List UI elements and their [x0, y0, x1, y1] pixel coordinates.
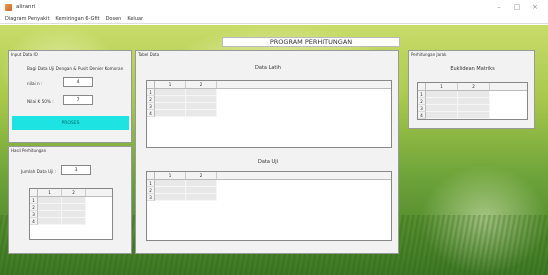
table-row[interactable]: 1	[418, 91, 490, 98]
nilai-k-input[interactable]: 7	[63, 95, 93, 105]
menu-item-dosen[interactable]: Dosen	[106, 16, 122, 22]
window-controls: – □ ×	[490, 2, 544, 12]
result-panel-title: Hasil Perhitungan	[11, 148, 47, 153]
table-row[interactable]: 1	[30, 197, 86, 204]
menu-bar: Diagram Penyakit Kemiringan 6-Gfit Dosen…	[0, 14, 548, 24]
window-title: aliranri	[16, 4, 36, 10]
menu-item-diagram[interactable]: Diagram Penyakit	[5, 16, 49, 22]
euklidean-grid[interactable]: 1 2 1 2 3 4	[417, 82, 528, 120]
grid-col-header[interactable]: 1	[155, 172, 186, 179]
grid-col-header[interactable]: 2	[186, 172, 217, 179]
table-row[interactable]: 2	[147, 96, 217, 103]
grid-col-header[interactable]: 2	[186, 81, 217, 88]
grid-col-header[interactable]: 1	[38, 189, 62, 196]
result-grid[interactable]: 1 2 1 2 3 4	[29, 188, 113, 240]
grid-col-header[interactable]: 2	[62, 189, 86, 196]
table-row[interactable]: 3	[147, 194, 217, 201]
maximize-button[interactable]: □	[508, 2, 526, 12]
nilai-k-label: Nilai K 50% :	[27, 99, 54, 104]
table-row[interactable]: 2	[418, 98, 490, 105]
table-row[interactable]: 1	[147, 180, 217, 187]
jumlah-data-uji-input[interactable]: 3	[61, 165, 91, 175]
menu-item-kemiringan[interactable]: Kemiringan 6-Gfit	[55, 16, 99, 22]
table-row[interactable]: 3	[30, 211, 86, 218]
table-panel: Tabel Data Data Latih 1 2 1 2 3 4 Data U…	[135, 50, 399, 254]
minimize-button[interactable]: –	[490, 2, 508, 12]
jarak-panel-title: Perhitungan Jarak	[411, 52, 447, 57]
data-uji-grid[interactable]: 1 2 1 2 3	[146, 171, 392, 241]
title-bar: aliranri – □ ×	[0, 0, 548, 14]
data-uji-label: Data Uji	[258, 159, 278, 165]
nilai-n-label: nilai n :	[27, 81, 43, 86]
euklidean-label: Euklidean Matriks	[450, 66, 495, 72]
page-title: PROGRAM PERHITUNGAN	[222, 37, 400, 47]
data-latih-label: Data Latih	[255, 65, 281, 71]
grid-col-header[interactable]: 2	[458, 83, 490, 90]
close-button[interactable]: ×	[526, 2, 544, 12]
input-panel-title: Input Data IO	[11, 52, 38, 57]
grid-col-header[interactable]: 1	[426, 83, 458, 90]
proses-button[interactable]: PROSES	[12, 116, 129, 130]
menu-item-keluar[interactable]: Keluar	[127, 16, 143, 22]
result-panel: Hasil Perhitungan Jumlah Data Uji : 3 1 …	[8, 146, 132, 254]
table-row[interactable]: 3	[147, 103, 217, 110]
table-row[interactable]: 3	[418, 105, 490, 112]
table-panel-title: Tabel Data	[138, 52, 160, 57]
jumlah-data-uji-label: Jumlah Data Uji :	[21, 169, 57, 174]
table-row[interactable]: 2	[147, 187, 217, 194]
jarak-panel: Perhitungan Jarak Euklidean Matriks 1 2 …	[408, 50, 535, 129]
grid-col-header[interactable]: 1	[155, 81, 186, 88]
table-row[interactable]: 1	[147, 89, 217, 96]
table-row[interactable]: 4	[147, 110, 217, 117]
app-icon	[5, 3, 12, 11]
table-row[interactable]: 2	[30, 204, 86, 211]
nilai-n-input[interactable]: 4	[63, 77, 93, 87]
input-subtitle: Bagi Data Uji Dengan & Pusit Denier Komo…	[27, 66, 124, 71]
table-row[interactable]: 4	[418, 112, 490, 119]
data-latih-grid[interactable]: 1 2 1 2 3 4	[146, 80, 392, 148]
table-row[interactable]: 4	[30, 218, 86, 225]
